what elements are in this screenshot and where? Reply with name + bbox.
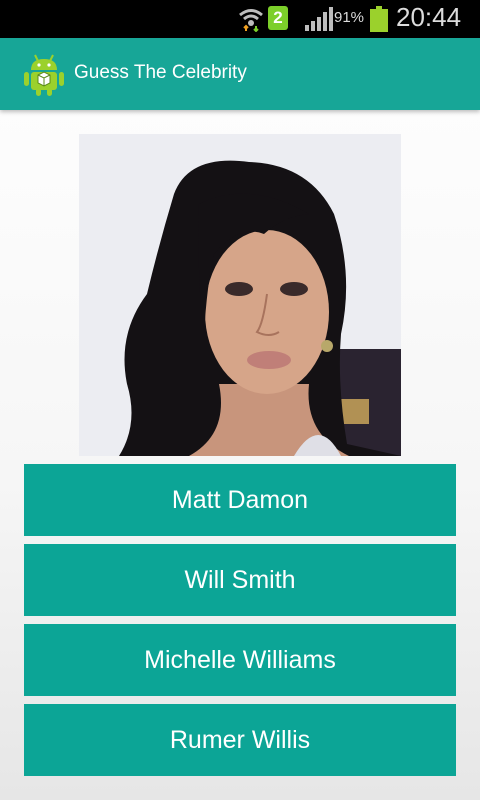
answer-button-1[interactable]: Matt Damon (24, 464, 456, 536)
android-app-icon[interactable] (22, 51, 66, 97)
clock: 20:44 (396, 2, 462, 32)
battery-percent: 91% (334, 9, 365, 26)
wifi-icon (239, 9, 263, 32)
notification-icon: 2 (268, 6, 288, 30)
signal-icon (305, 7, 333, 31)
answer-button-4[interactable]: Rumer Willis (24, 704, 456, 776)
celebrity-portrait (79, 134, 401, 456)
answer-button-3[interactable]: Michelle Williams (24, 624, 456, 696)
action-bar: Guess The Celebrity (0, 38, 480, 110)
status-bar: 2 91% 20:44 (0, 0, 480, 38)
answer-button-2[interactable]: Will Smith (24, 544, 456, 616)
battery-icon (370, 6, 388, 32)
celebrity-photo (79, 134, 401, 456)
app-title: Guess The Celebrity (74, 62, 247, 83)
